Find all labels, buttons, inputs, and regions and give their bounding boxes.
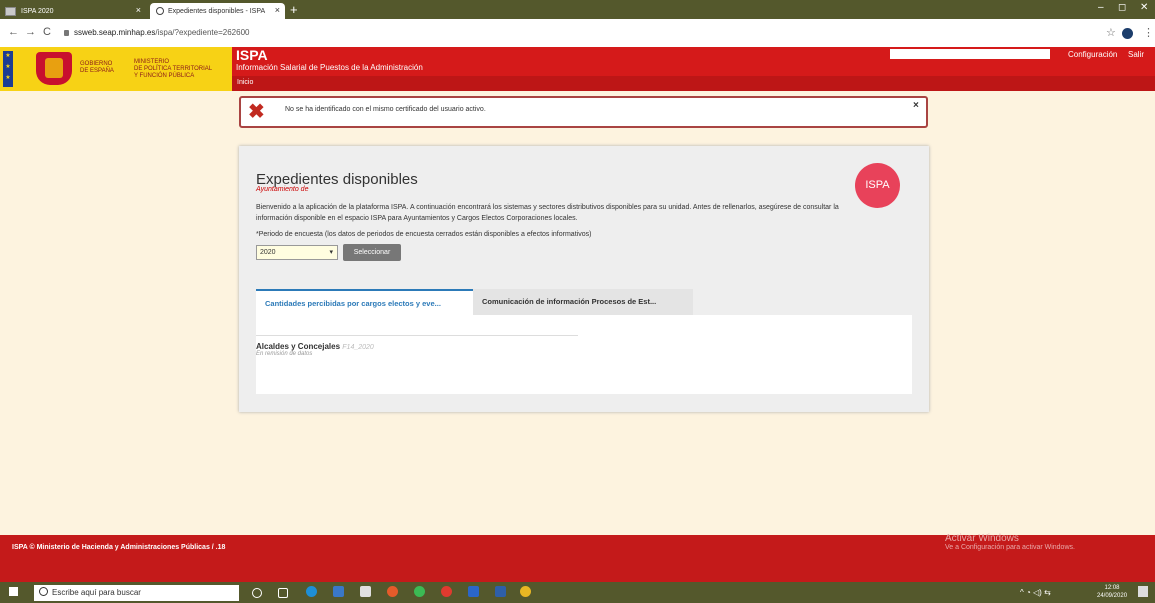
edge-icon[interactable] xyxy=(306,586,317,597)
minimize-button[interactable]: – xyxy=(1098,2,1104,13)
task-view-icon[interactable] xyxy=(278,588,288,598)
eu-flag-icon: ★ ★ ★ xyxy=(3,51,13,87)
notifications-icon[interactable] xyxy=(1138,586,1148,597)
list-item[interactable]: Alcaldes y Concejales F14_2020 En remisi… xyxy=(256,335,578,357)
site-subtitle: Información Salarial de Puestos de la Ad… xyxy=(236,63,423,72)
select-button[interactable]: Seleccionar xyxy=(343,244,401,261)
item-status: En remisión de datos xyxy=(256,351,313,357)
ministerio-label: MINISTERIO DE POLÍTICA TERRITORIAL Y FUNCI… xyxy=(134,59,213,79)
taskbar-clock[interactable]: 12:08 24/09/2020 xyxy=(1097,584,1127,600)
browser-tab-strip: ISPA 2020 × Expedientes disponibles - IS… xyxy=(0,0,1155,19)
tab-comunicacion-informacion[interactable]: Comunicación de información Procesos de … xyxy=(473,289,693,315)
browser-tab-expedientes[interactable]: Expedientes disponibles - ISPA × xyxy=(150,3,285,19)
alert-message: No se ha identificado con el mismo certi… xyxy=(285,106,486,113)
panel-tabs: Cantidades percibidas por cargos electos… xyxy=(256,289,912,315)
search-icon xyxy=(39,587,48,596)
browser-menu-icon[interactable]: ⋮ xyxy=(1143,26,1154,39)
period-select[interactable]: 2020 ▾ xyxy=(256,245,338,260)
configuration-link[interactable]: Configuración xyxy=(1068,50,1117,59)
lock-icon xyxy=(64,29,69,36)
item-code: F14_2020 xyxy=(342,344,374,351)
firefox-icon[interactable] xyxy=(387,586,398,597)
opera-icon[interactable] xyxy=(441,586,452,597)
intro-text: Bienvenido a la aplicación de la platafo… xyxy=(256,204,839,222)
url-field[interactable]: ssweb.seap.minhap.es/ispa/?expediente=26… xyxy=(64,28,249,37)
address-bar: ← → C ssweb.seap.minhap.es/ispa/?expedie… xyxy=(0,19,1155,48)
period-selected-value: 2020 xyxy=(260,249,276,256)
mail-icon[interactable] xyxy=(495,586,506,597)
search-placeholder: Escribe aquí para buscar xyxy=(52,588,141,597)
forward-button[interactable]: → xyxy=(25,26,36,38)
logout-link[interactable]: Salir xyxy=(1128,50,1144,59)
chrome-icon[interactable] xyxy=(414,586,425,597)
reload-button[interactable]: C xyxy=(43,26,51,38)
tab-title: ISPA 2020 xyxy=(21,7,54,15)
explorer-icon[interactable] xyxy=(333,586,344,597)
dropbox-icon[interactable] xyxy=(468,586,479,597)
tab-close-icon[interactable]: × xyxy=(275,5,280,15)
gobierno-label: GOBIERNO DE ESPAÑA xyxy=(80,61,114,74)
item-name: Alcaldes y Concejales xyxy=(256,342,341,351)
tab-close-icon[interactable]: × xyxy=(136,5,141,15)
redacted-user-name xyxy=(890,49,1050,59)
page-subtitle: Ayuntamiento de xyxy=(256,186,309,193)
new-tab-button[interactable]: + xyxy=(290,2,298,17)
alert-close-button[interactable]: × xyxy=(913,100,919,111)
government-logo-block: ★ ★ ★ GOBIERNO DE ESPAÑA MINISTERIO DE POLÍT… xyxy=(0,47,232,91)
url-host: ssweb.seap.minhap.es xyxy=(74,28,156,37)
chrome-active-icon[interactable] xyxy=(520,586,531,597)
site-title: ISPA xyxy=(236,47,268,63)
tab-cantidades-percibidas[interactable]: Cantidades percibidas por cargos electos… xyxy=(256,289,473,315)
windows-taskbar: Escribe aquí para buscar ^ ◔ ◁) ⇆ 12:08 2… xyxy=(0,582,1155,603)
globe-icon xyxy=(156,7,164,15)
store-icon[interactable] xyxy=(360,586,371,597)
error-x-icon: ✖ xyxy=(248,101,265,123)
system-tray-icons[interactable]: ^ ◔ ◁) ⇆ xyxy=(1020,588,1051,597)
taskbar-search-box[interactable]: Escribe aquí para buscar xyxy=(34,585,239,601)
error-alert: ✖ No se ha identificado con el mismo cer… xyxy=(239,96,928,128)
site-header: ★ ★ ★ GOBIERNO DE ESPAÑA MINISTERIO DE POLÍT… xyxy=(0,47,1155,91)
windows-activation-watermark: Activar Windows Ve a Configuración para … xyxy=(945,533,1075,551)
back-button[interactable]: ← xyxy=(8,26,19,38)
site-subnav: Inicio xyxy=(232,76,1155,91)
tab-content: Alcaldes y Concejales F14_2020 En remisi… xyxy=(256,315,912,394)
browser-tab-ispa-2020[interactable]: ISPA 2020 × xyxy=(5,3,145,19)
footer-text: ISPA © Ministerio de Hacienda y Administ… xyxy=(12,544,226,551)
page-icon xyxy=(5,6,16,16)
cortana-icon[interactable] xyxy=(252,588,262,598)
coat-of-arms-icon xyxy=(36,52,72,85)
tab-title: Expedientes disponibles - ISPA xyxy=(168,7,266,15)
chevron-down-icon: ▾ xyxy=(329,249,333,256)
close-window-button[interactable]: ✕ xyxy=(1140,2,1148,13)
maximize-button[interactable]: ◻ xyxy=(1118,2,1126,13)
windows-start-icon[interactable] xyxy=(9,587,18,596)
ispa-badge: ISPA xyxy=(855,163,900,208)
url-path: /ispa/?expediente=262600 xyxy=(155,28,250,37)
profile-avatar[interactable] xyxy=(1122,28,1133,39)
expedientes-panel: Expedientes disponibles Ayuntamiento de … xyxy=(239,146,929,412)
nav-inicio-link[interactable]: Inicio xyxy=(237,79,253,86)
period-label: *Periodo de encuesta (los datos de perio… xyxy=(256,231,592,238)
bookmark-star-icon[interactable]: ☆ xyxy=(1106,26,1116,39)
